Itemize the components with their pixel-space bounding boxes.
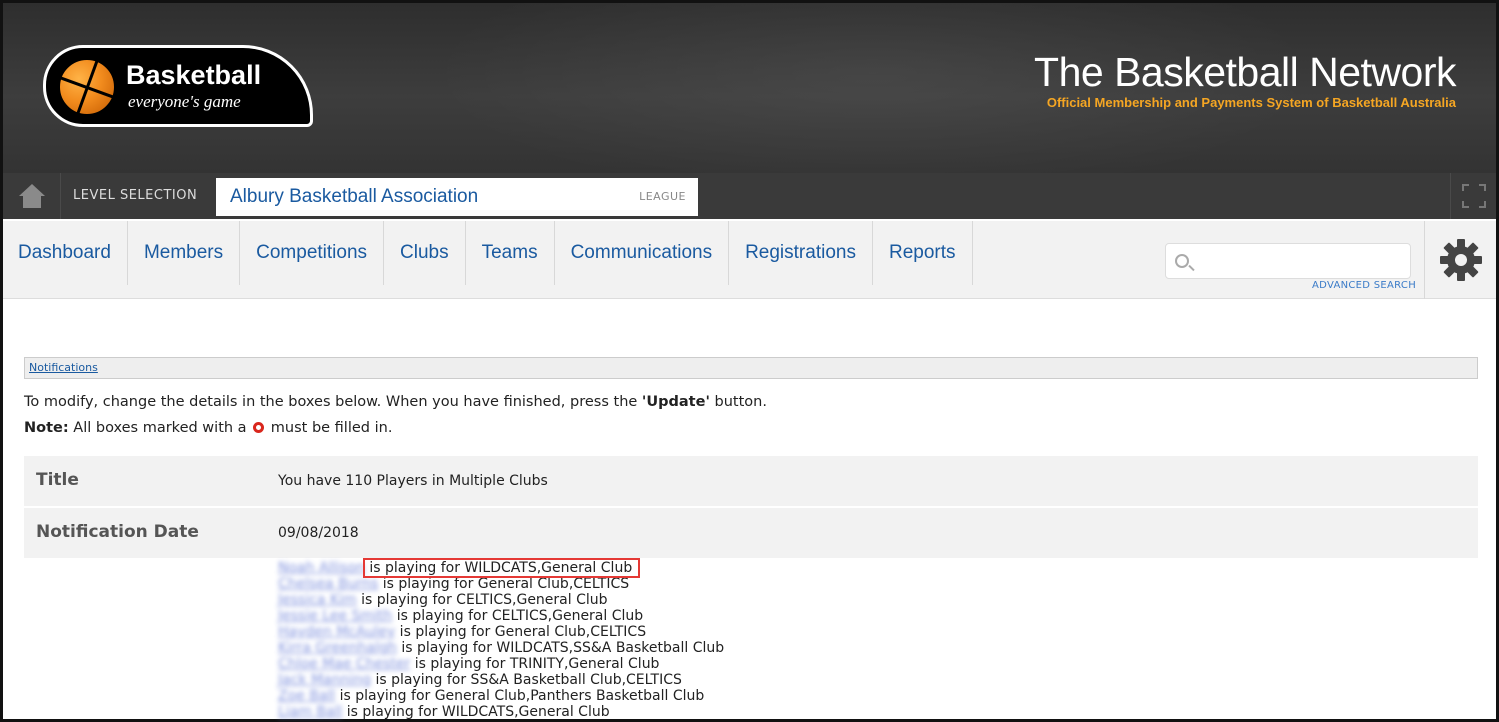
nav-dashboard[interactable]: Dashboard (3, 221, 128, 285)
player-clubs: is playing for General Club,Panthers Bas… (335, 688, 705, 704)
advanced-search-link[interactable]: ADVANCED SEARCH (1312, 280, 1416, 291)
nav-competitions[interactable]: Competitions (240, 221, 385, 285)
player-link[interactable]: Jack Manning (278, 672, 371, 688)
breadcrumb: Notifications (24, 357, 1478, 379)
instr-prefix: To modify, change the details in the box… (24, 394, 642, 410)
player-link[interactable]: Hayden McAuley (278, 624, 395, 640)
level-selection-label[interactable]: LEVEL SELECTION (73, 188, 197, 203)
player-link[interactable]: Jessie Lee Smith (278, 608, 392, 624)
site-subtitle: Official Membership and Payments System … (1047, 95, 1456, 110)
note-prefix: All boxes marked with a (68, 420, 252, 436)
home-icon (18, 184, 45, 208)
players-list: Noah Allison is playing for WILDCATS,Gen… (278, 560, 724, 720)
logo-tagline: everyone's game (128, 92, 241, 111)
level-type: LEAGUE (639, 190, 686, 203)
player-link[interactable]: Kirra Greenhalgh (278, 640, 397, 656)
list-item: Zoe Ball is playing for General Club,Pan… (278, 688, 724, 704)
nav-teams[interactable]: Teams (466, 221, 555, 285)
logo-title: Basketball (126, 60, 262, 90)
player-clubs: is playing for General Club,CELTICS (378, 576, 630, 592)
required-icon (253, 422, 265, 433)
level-bar: LEVEL SELECTION Albury Basketball Associ… (3, 173, 1496, 219)
site-header: Basketball everyone's game The Basketbal… (3, 3, 1496, 173)
note-text: Note: All boxes marked with a must be fi… (24, 420, 392, 436)
nav-reports[interactable]: Reports (873, 221, 973, 285)
notification-date-value: 09/08/2018 (278, 525, 359, 541)
player-clubs: is playing for TRINITY,General Club (410, 656, 660, 672)
player-link[interactable]: Jessica Kim (278, 592, 357, 608)
fullscreen-button[interactable] (1450, 173, 1496, 219)
player-clubs: is playing for WILDCATS,SS&A Basketball … (396, 640, 725, 656)
player-link[interactable]: Noah Allison (278, 560, 365, 576)
expand-icon (1461, 184, 1486, 208)
player-link[interactable]: Chloe Mae Chester (278, 656, 410, 672)
player-link[interactable]: Liam Ball (278, 704, 342, 720)
nav-list: Dashboard Members Competitions Clubs Tea… (3, 221, 973, 299)
breadcrumb-notifications-link[interactable]: Notifications (29, 361, 98, 374)
level-name: Albury Basketball Association (230, 186, 479, 207)
player-clubs: is playing for CELTICS,General Club (356, 592, 608, 608)
list-item: Liam Ball is playing for WILDCATS,Genera… (278, 704, 724, 720)
list-item: Chelsea Burns is playing for General Clu… (278, 576, 724, 592)
notification-date-label: Notification Date (36, 522, 199, 542)
player-clubs: is playing for General Club,CELTICS (395, 624, 647, 640)
nav-clubs[interactable]: Clubs (384, 221, 466, 285)
player-clubs: is playing for SS&A Basketball Club,CELT… (371, 672, 682, 688)
site-subtitle-prefix: Official Membership and Payments System … (1046, 95, 1329, 110)
player-clubs: is playing for WILDCATS,General Club (342, 704, 610, 720)
title-row: Title You have 110 Players in Multiple C… (24, 456, 1478, 506)
instr-button-name: 'Update' (641, 394, 710, 410)
player-clubs: is playing for CELTICS,General Club (392, 608, 644, 624)
nav-members[interactable]: Members (128, 221, 241, 285)
title-label: Title (36, 470, 79, 490)
search-box (1165, 243, 1411, 279)
main-nav: Dashboard Members Competitions Clubs Tea… (3, 219, 1496, 299)
list-item: Kirra Greenhalgh is playing for WILDCATS… (278, 640, 724, 656)
title-value: You have 110 Players in Multiple Clubs (278, 473, 548, 489)
instr-suffix: button. (709, 394, 767, 410)
list-item: Chloe Mae Chester is playing for TRINITY… (278, 656, 724, 672)
level-selector[interactable]: Albury Basketball Association LEAGUE (216, 178, 698, 216)
note-label: Note: (24, 420, 69, 436)
instructions-text: To modify, change the details in the box… (24, 394, 767, 410)
basketball-icon (58, 58, 116, 116)
nav-registrations[interactable]: Registrations (729, 221, 873, 285)
site-subtitle-org: Basketball Australia (1332, 95, 1456, 110)
notification-date-row: Notification Date 09/08/2018 (24, 508, 1478, 558)
list-item: Jack Manning is playing for SS&A Basketb… (278, 672, 724, 688)
basketball-logo[interactable]: Basketball everyone's game (43, 45, 313, 127)
settings-button[interactable] (1424, 221, 1496, 299)
search-icon (1175, 254, 1189, 268)
list-item: Jessie Lee Smith is playing for CELTICS,… (278, 608, 724, 624)
search-input[interactable] (1198, 248, 1403, 274)
list-item: Jessica Kim is playing for CELTICS,Gener… (278, 592, 724, 608)
player-link[interactable]: Zoe Ball (278, 688, 335, 704)
site-title: The Basketball Network (1034, 49, 1456, 95)
nav-communications[interactable]: Communications (555, 221, 730, 285)
note-suffix: must be filled in. (266, 420, 393, 436)
list-item: Hayden McAuley is playing for General Cl… (278, 624, 724, 640)
highlight-box (363, 558, 640, 578)
gear-icon (1439, 239, 1482, 281)
player-link[interactable]: Chelsea Burns (278, 576, 378, 592)
home-button[interactable] (3, 173, 61, 219)
